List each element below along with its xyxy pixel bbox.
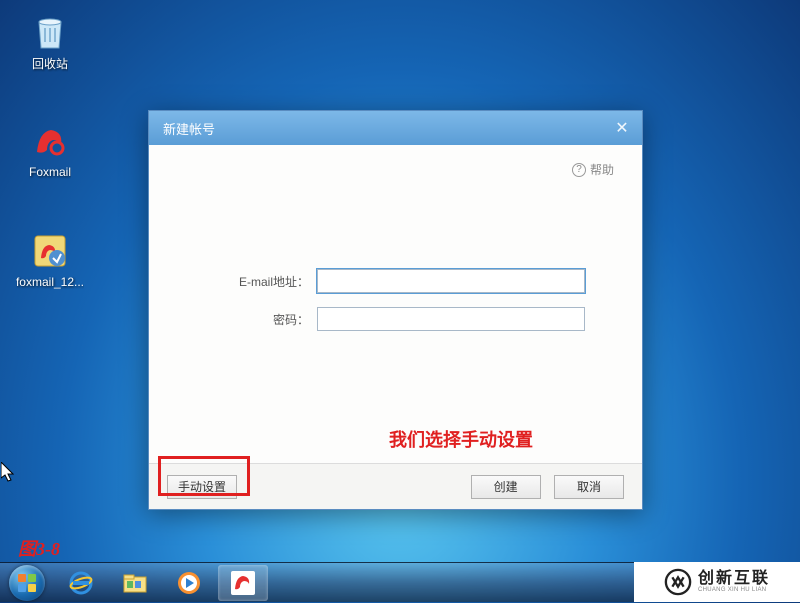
desktop-icon-label: Foxmail [29, 165, 71, 179]
file-explorer-icon [121, 569, 149, 597]
form-area: E-mail地址： 密码： [177, 269, 614, 331]
dialog-title: 新建帐号 [163, 119, 215, 138]
dialog-titlebar[interactable]: 新建帐号 ✕ [149, 111, 642, 145]
dialog-footer: 手动设置 创建 取消 [149, 463, 642, 509]
watermark-text-en: CHUANG XIN HU LIAN [698, 587, 770, 593]
foxmail-icon [229, 569, 257, 597]
taskbar-item-ie[interactable] [56, 565, 106, 601]
start-button[interactable] [0, 563, 54, 603]
desktop-icon-label: foxmail_12... [16, 275, 84, 289]
annotation-figure-label: 图3-8 [18, 535, 60, 561]
media-player-icon [175, 569, 203, 597]
cursor-icon [1, 462, 17, 487]
help-icon: ? [572, 163, 586, 177]
watermark-text-cn: 创新互联 [698, 571, 770, 587]
recycle-bin-icon [29, 10, 71, 52]
desktop-icon-recycle-bin[interactable]: 回收站 [15, 10, 85, 72]
password-input[interactable] [317, 307, 585, 331]
dialog-body: ? 帮助 E-mail地址： 密码： [149, 145, 642, 463]
taskbar-item-media-player[interactable] [164, 565, 214, 601]
email-label: E-mail地址： [177, 273, 317, 290]
taskbar-item-foxmail[interactable] [218, 565, 268, 601]
desktop-icon-foxmail-installer[interactable]: foxmail_12... [15, 230, 85, 289]
close-button[interactable]: ✕ [602, 111, 642, 145]
form-row-password: 密码： [177, 307, 614, 331]
close-icon: ✕ [615, 118, 628, 138]
manual-settings-button[interactable]: 手动设置 [167, 475, 237, 499]
create-button[interactable]: 创建 [471, 475, 541, 499]
windows-start-icon [9, 565, 45, 601]
form-row-email: E-mail地址： [177, 269, 614, 293]
taskbar-item-explorer[interactable] [110, 565, 160, 601]
help-label: 帮助 [590, 161, 614, 178]
watermark: 创新互联 CHUANG XIN HU LIAN [634, 562, 800, 602]
foxmail-icon [29, 120, 71, 162]
email-input[interactable] [317, 269, 585, 293]
installer-icon [29, 230, 71, 272]
desktop-icon-foxmail[interactable]: Foxmail [15, 120, 85, 179]
cancel-button[interactable]: 取消 [554, 475, 624, 499]
password-label: 密码： [177, 311, 317, 328]
help-link[interactable]: ? 帮助 [572, 161, 614, 178]
internet-explorer-icon [67, 569, 95, 597]
watermark-logo-icon [664, 568, 692, 596]
annotation-instruction: 我们选择手动设置 [389, 426, 533, 452]
desktop-icon-label: 回收站 [32, 55, 68, 72]
